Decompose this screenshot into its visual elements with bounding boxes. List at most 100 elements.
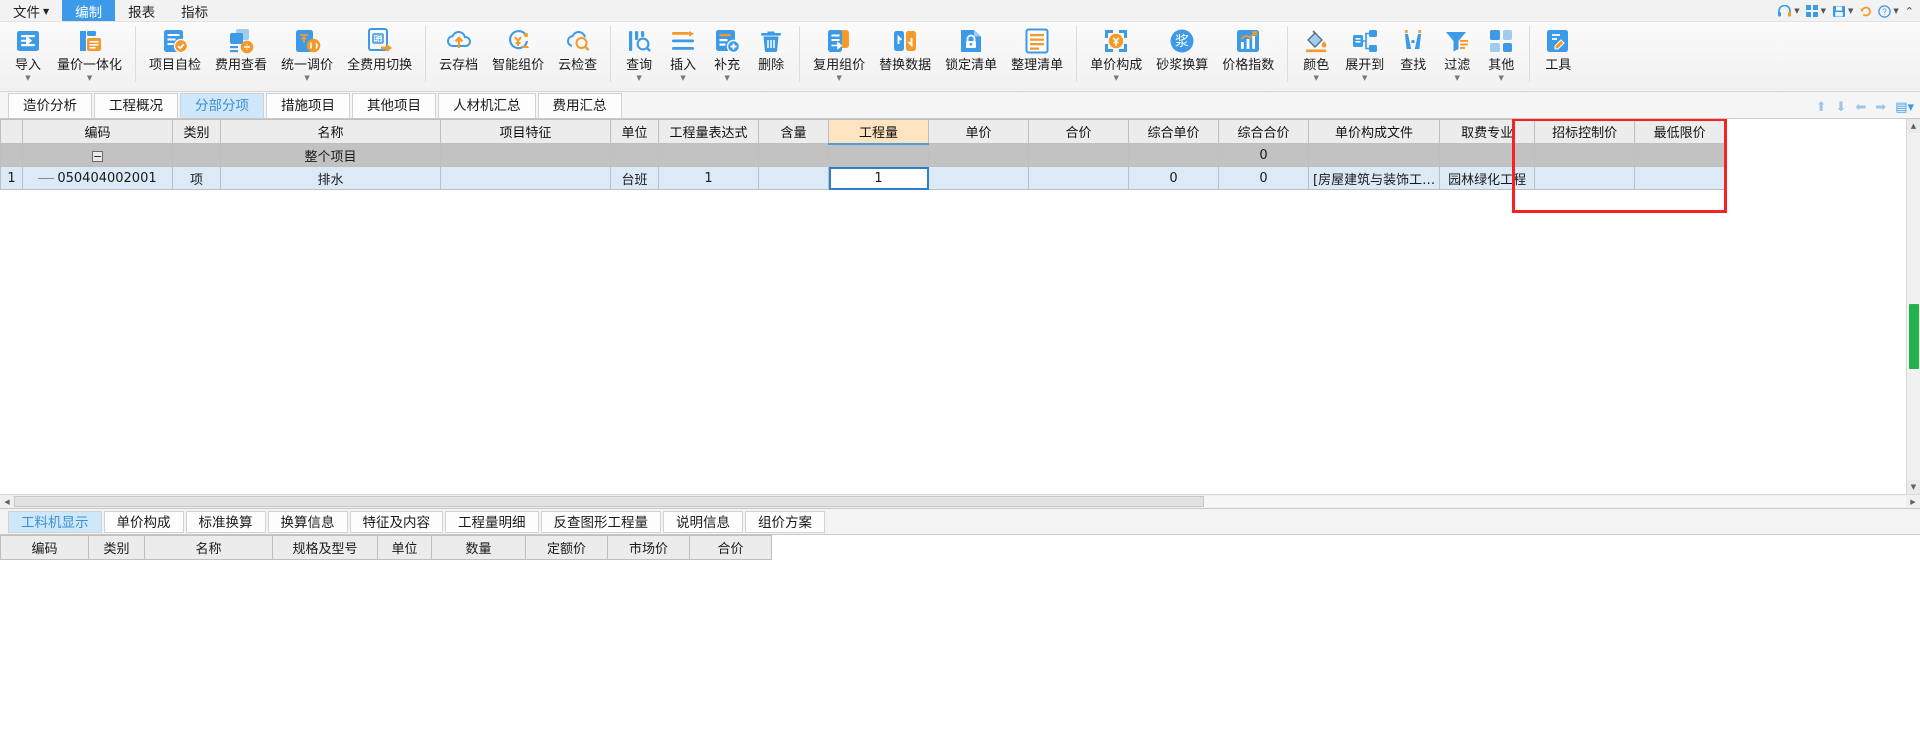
col-header-total-price[interactable]: 合价	[1028, 119, 1129, 144]
tab-rencaiji-huizong[interactable]: 人材机汇总	[438, 93, 536, 118]
horizontal-scroll-track[interactable]	[14, 496, 1906, 507]
subcol-header-name[interactable]: 名称	[144, 535, 273, 560]
ribbon-button-project-selfcheck[interactable]: 项目自检 ▼	[142, 22, 208, 82]
cell-price-file[interactable]: [房屋建筑与装饰工…	[1307, 166, 1441, 190]
table-row[interactable]: 1 050404002001 项 排水 台班 1 1 0 0 [房屋建筑与装饰工…	[0, 166, 1726, 190]
subcol-header-total-price[interactable]: 合价	[689, 535, 772, 560]
ribbon-button-mortar-conversion[interactable]: 浆 砂浆换算 ▼	[1149, 22, 1215, 82]
chevron-down-icon[interactable]: ▼	[636, 74, 641, 82]
layout-settings-icon[interactable]: ▤▾	[1895, 100, 1914, 115]
col-header-unit[interactable]: 单位	[610, 119, 659, 144]
col-header-comp-unit-price[interactable]: 综合单价	[1128, 119, 1219, 144]
chevron-down-icon[interactable]: ▼	[304, 74, 309, 82]
tab-cuoshi-xiangmu[interactable]: 措施项目	[266, 93, 350, 118]
tab-fenbu-fenxiang[interactable]: 分部分项	[180, 93, 264, 118]
ribbon-button-full-fee-switch[interactable]: 综 全费用切换 ▼	[340, 22, 419, 82]
subcol-header-quantity[interactable]: 数量	[431, 535, 526, 560]
col-header-control-price[interactable]: 招标控制价	[1534, 119, 1636, 144]
scroll-up-icon[interactable]: ▲	[1907, 119, 1920, 133]
subcol-header-unit[interactable]: 单位	[377, 535, 432, 560]
cell-unit[interactable]: 台班	[610, 166, 659, 190]
horizontal-scroll-thumb[interactable]	[14, 496, 1204, 507]
collapse-ribbon-button[interactable]: ⌃	[1903, 5, 1916, 18]
tab-zaojia-fenxi[interactable]: 造价分析	[8, 93, 92, 118]
cell-content[interactable]	[758, 166, 829, 190]
undo-button[interactable]	[1857, 5, 1874, 18]
col-header-name[interactable]: 名称	[220, 119, 441, 144]
cell-fee-major[interactable]: 园林绿化工程	[1439, 166, 1536, 190]
bottom-tab-biaozhun-huansuan[interactable]: 标准换算	[185, 510, 266, 533]
ribbon-button-expand-to[interactable]: 展开到 ▼	[1338, 22, 1391, 82]
help-button[interactable]: ? ▼	[1876, 4, 1900, 18]
col-header-feature[interactable]: 项目特征	[440, 119, 611, 144]
ribbon-button-query[interactable]: 查询 ▼	[617, 22, 661, 82]
chevron-down-icon[interactable]: ▼	[1362, 74, 1367, 82]
ribbon-button-insert[interactable]: 插入 ▼	[661, 22, 705, 82]
tab-gongcheng-gaikuang[interactable]: 工程概况	[94, 93, 178, 118]
col-header-code[interactable]: 编码	[22, 119, 173, 144]
chevron-down-icon[interactable]: ▼	[1314, 74, 1319, 82]
cell-code[interactable]: 050404002001	[22, 166, 173, 190]
tab-feiyong-huizong[interactable]: 费用汇总	[537, 93, 622, 118]
chevron-down-icon[interactable]: ▼	[680, 74, 685, 82]
menu-item-zhibiao[interactable]: 指标	[168, 0, 221, 21]
col-header-category[interactable]: 类别	[172, 119, 221, 144]
col-header-quantity[interactable]: 工程量	[828, 119, 929, 145]
ribbon-button-cloud-archive[interactable]: 云存档 ▼	[432, 22, 485, 82]
col-header-qty-expr[interactable]: 工程量表达式	[658, 119, 759, 144]
cell-qty-expr[interactable]: 1	[658, 166, 759, 190]
headset-button[interactable]: ▼	[1775, 4, 1801, 18]
chevron-down-icon[interactable]: ▼	[87, 74, 92, 82]
ribbon-button-reuse-pricing[interactable]: 复用组价 ▼	[806, 22, 872, 82]
vertical-scrollbar[interactable]: ▲ ▼	[1906, 119, 1920, 494]
ribbon-button-tools[interactable]: 工具 ▼	[1536, 22, 1580, 82]
chevron-down-icon[interactable]: ▼	[25, 74, 30, 82]
ribbon-button-qty-price-integration[interactable]: 量价一体化 ▼	[50, 22, 129, 82]
ribbon-button-lock-list[interactable]: 锁定清单 ▼	[938, 22, 1004, 82]
move-left-icon[interactable]: ⬅	[1855, 100, 1866, 115]
cell-control-price[interactable]	[1534, 166, 1636, 190]
cell-category[interactable]: 项	[172, 166, 221, 190]
bottom-tab-shuoming-xinxi[interactable]: 说明信息	[663, 510, 743, 533]
menu-item-file[interactable]: 文件 ▼	[0, 0, 62, 21]
ribbon-button-other[interactable]: 其他 ▼	[1479, 22, 1523, 82]
bottom-tab-tezheng-ji-neirong[interactable]: 特征及内容	[349, 510, 443, 533]
cell-unit-price[interactable]	[928, 166, 1029, 190]
horizontal-scrollbar[interactable]: ◀ ▶	[0, 494, 1920, 508]
move-up-icon[interactable]: ⬆	[1816, 100, 1827, 115]
col-header-price-file[interactable]: 单价构成文件	[1307, 119, 1441, 144]
ribbon-button-price-index[interactable]: 价格指数 ▼	[1215, 22, 1281, 82]
move-right-icon[interactable]: ➡	[1875, 100, 1886, 115]
chevron-down-icon[interactable]: ▼	[1114, 74, 1119, 82]
cell-code[interactable]: −	[22, 143, 173, 167]
chevron-down-icon[interactable]: ▼	[1499, 74, 1504, 82]
menu-item-bianzhi[interactable]: 编制	[62, 0, 116, 21]
chevron-down-icon[interactable]: ▼	[724, 74, 729, 82]
col-header-rownum[interactable]	[0, 119, 23, 144]
bottom-tab-zujia-fangan[interactable]: 组价方案	[745, 510, 825, 533]
subcol-header-spec[interactable]: 规格及型号	[272, 535, 378, 560]
subcol-header-market-price[interactable]: 市场价	[607, 535, 690, 560]
ribbon-button-unit-price-composition[interactable]: 单价构成 ▼	[1083, 22, 1149, 82]
col-header-unit-price[interactable]: 单价	[928, 119, 1029, 144]
subcol-header-code[interactable]: 编码	[0, 535, 89, 560]
table-row-group[interactable]: − 整个项目 0	[0, 143, 1726, 167]
cell-total-price[interactable]	[1028, 166, 1129, 190]
ribbon-button-filter[interactable]: 过滤 ▼	[1435, 22, 1479, 82]
scroll-right-icon[interactable]: ▶	[1906, 498, 1920, 506]
grid-button[interactable]: ▼	[1804, 5, 1828, 17]
save-button[interactable]: ▼	[1830, 5, 1855, 18]
collapse-toggle-icon[interactable]: −	[92, 150, 103, 162]
ribbon-button-organize-list[interactable]: 整理清单 ▼	[1004, 22, 1070, 82]
cell-comp-unit-price[interactable]: 0	[1128, 166, 1219, 190]
ribbon-button-color[interactable]: 颜色 ▼	[1294, 22, 1338, 82]
bottom-tab-gongliaoji-xianshi[interactable]: 工料机显示	[8, 510, 102, 533]
bottom-tab-huansuan-xinxi[interactable]: 换算信息	[267, 510, 348, 533]
ribbon-button-cloud-check[interactable]: 云检查 ▼	[551, 22, 604, 82]
menu-item-baobiao[interactable]: 报表	[115, 0, 168, 21]
move-down-icon[interactable]: ⬇	[1835, 100, 1846, 115]
cell-name[interactable]: 排水	[220, 166, 441, 190]
ribbon-button-supplement[interactable]: 补充 ▼	[705, 22, 749, 82]
ribbon-button-fee-view[interactable]: 费用查看 ▼	[208, 22, 274, 82]
cell-min-price[interactable]	[1634, 166, 1726, 190]
